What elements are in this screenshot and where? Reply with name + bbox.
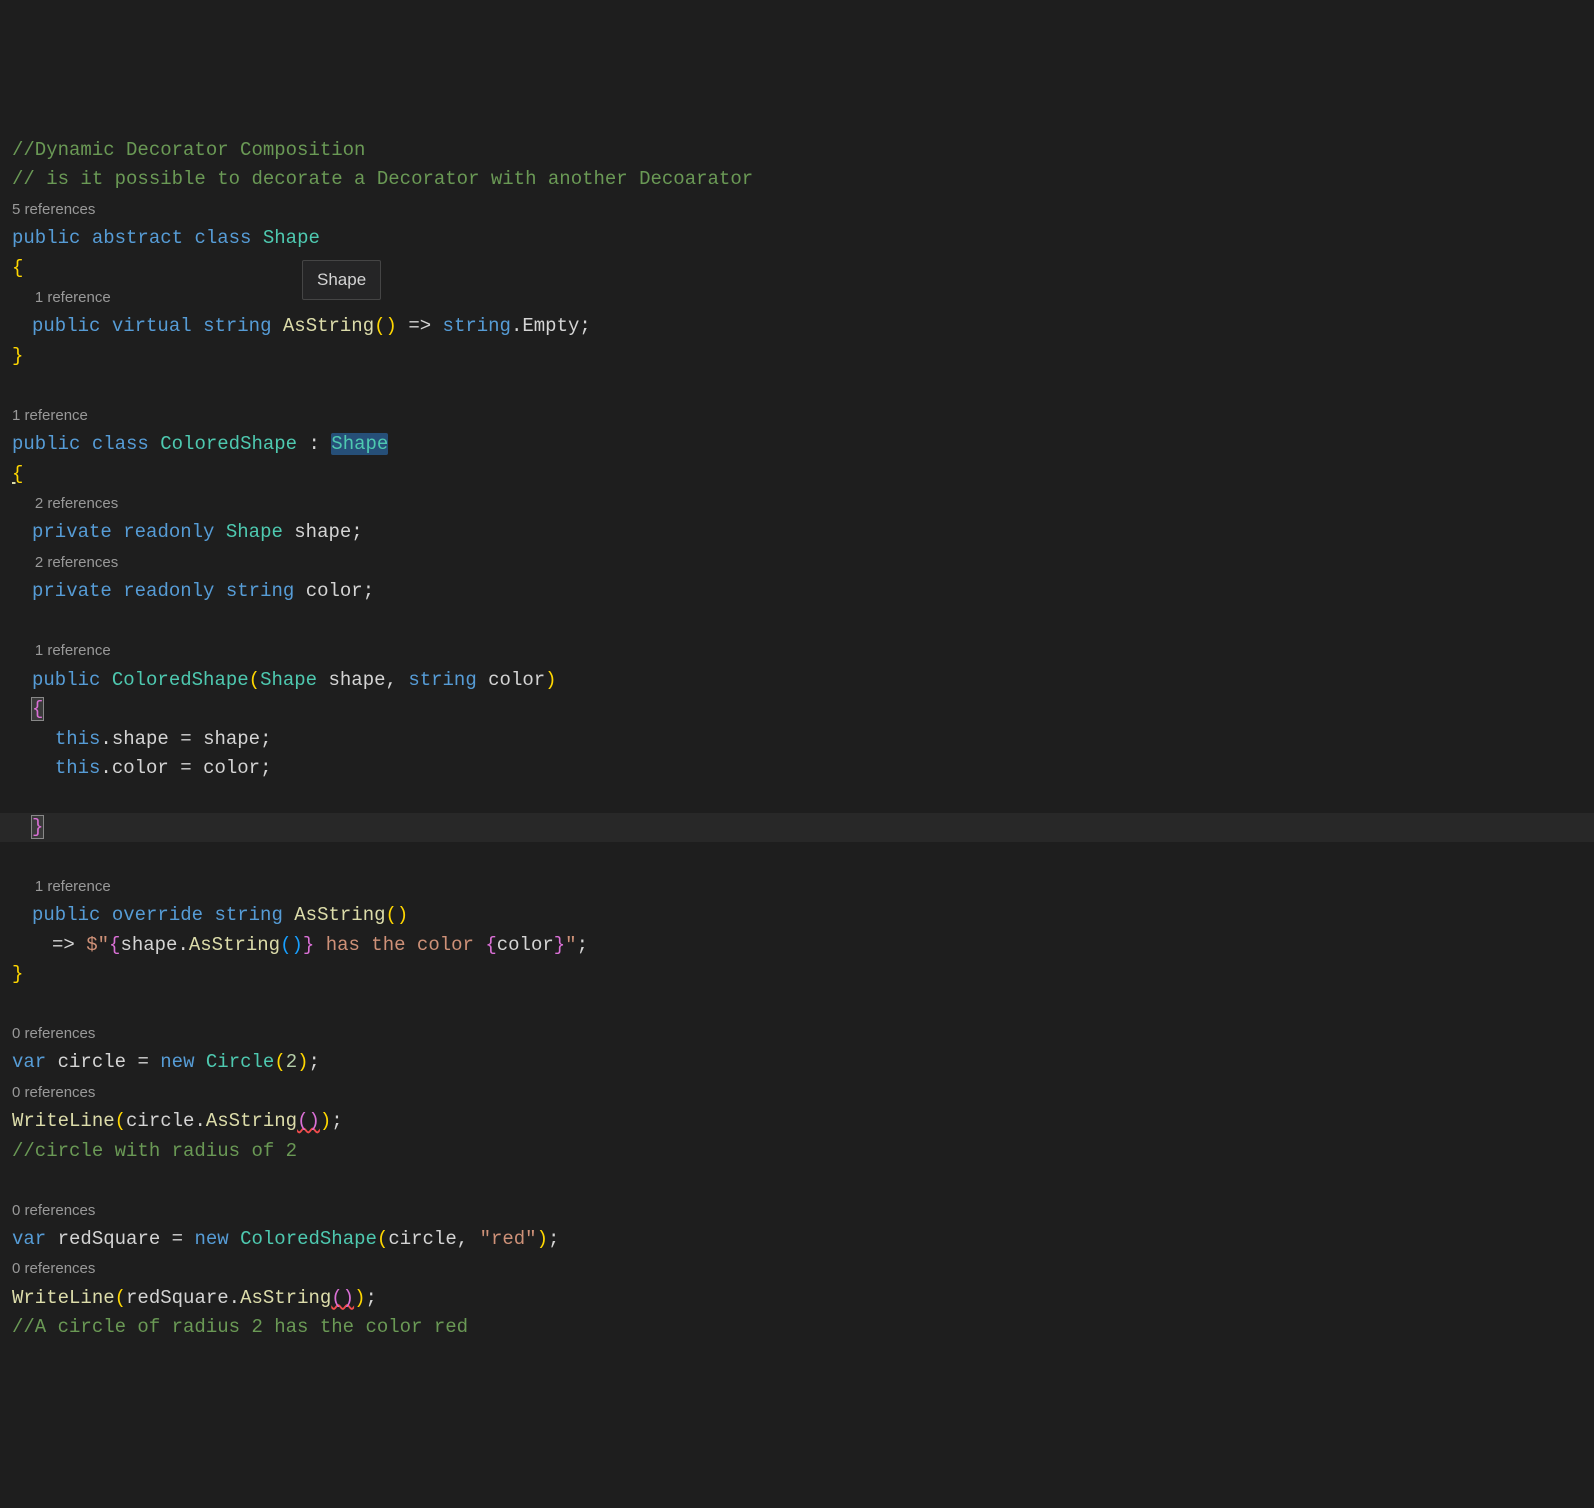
keyword-public: public: [32, 669, 100, 691]
keyword-var: var: [12, 1228, 46, 1250]
keyword-var: var: [12, 1051, 46, 1073]
keyword-abstract: abstract: [92, 227, 183, 249]
keyword-public: public: [32, 904, 100, 926]
brace-close: }: [12, 345, 23, 367]
param-shape: shape: [328, 669, 385, 691]
field-shape: shape: [112, 728, 169, 750]
keyword-public: public: [32, 315, 100, 337]
brace-close: }: [32, 816, 43, 838]
method-asstring: AsString: [294, 904, 385, 926]
member-empty: Empty: [522, 315, 579, 337]
comment: //Dynamic Decorator Composition: [12, 139, 365, 161]
brace-open: {: [12, 463, 23, 485]
codelens-1-reference[interactable]: 1 reference: [35, 878, 111, 895]
type-shape-base: Shape: [331, 433, 388, 455]
param-shape: shape: [203, 728, 260, 750]
type-shape: Shape: [260, 669, 317, 691]
keyword-private: private: [32, 521, 112, 543]
string-mid: has the color: [314, 934, 485, 956]
hover-tooltip: Shape: [302, 260, 381, 300]
method-asstring: AsString: [189, 934, 280, 956]
keyword-string: string: [443, 315, 511, 337]
type-shape: Shape: [226, 521, 283, 543]
paren: (): [374, 315, 397, 337]
method-writeline: WriteLine: [12, 1287, 115, 1309]
string-interp-open: $": [86, 934, 109, 956]
error-squiggle: (): [331, 1287, 354, 1309]
keyword-override: override: [112, 904, 203, 926]
comment: //circle with radius of 2: [12, 1140, 297, 1162]
keyword-class: class: [194, 227, 251, 249]
keyword-private: private: [32, 580, 112, 602]
method-asstring: AsString: [240, 1287, 331, 1309]
field-color: color: [112, 757, 169, 779]
codelens-2-references[interactable]: 2 references: [35, 495, 118, 512]
keyword-this: this: [55, 728, 101, 750]
keyword-readonly: readonly: [123, 580, 214, 602]
type-shape: Shape: [263, 227, 320, 249]
codelens-1-reference[interactable]: 1 reference: [35, 642, 111, 659]
keyword-string: string: [203, 315, 271, 337]
var-circle: circle: [58, 1051, 126, 1073]
type-coloredshape: ColoredShape: [160, 433, 297, 455]
method-asstring: AsString: [206, 1110, 297, 1132]
keyword-virtual: virtual: [112, 315, 192, 337]
number-2: 2: [286, 1051, 297, 1073]
keyword-new: new: [160, 1051, 194, 1073]
field-color: color: [497, 934, 554, 956]
keyword-string: string: [226, 580, 294, 602]
ctor-coloredshape: ColoredShape: [112, 669, 249, 691]
codelens-1-reference[interactable]: 1 reference: [35, 289, 111, 306]
keyword-public: public: [12, 227, 80, 249]
brace-close: }: [12, 963, 23, 985]
method-writeline: WriteLine: [12, 1110, 115, 1132]
code-editor[interactable]: //Dynamic Decorator Composition // is it…: [12, 136, 1594, 1343]
codelens-2-references[interactable]: 2 references: [35, 554, 118, 571]
var-redsquare: redSquare: [58, 1228, 161, 1250]
param-color: color: [488, 669, 545, 691]
codelens-0-references[interactable]: 0 references: [12, 1202, 95, 1219]
semicolon: ;: [579, 315, 590, 337]
keyword-new: new: [194, 1228, 228, 1250]
type-circle: Circle: [206, 1051, 274, 1073]
keyword-string: string: [408, 669, 476, 691]
var-circle: circle: [388, 1228, 456, 1250]
dot: .: [511, 315, 522, 337]
comment: // is it possible to decorate a Decorato…: [12, 168, 753, 190]
type-coloredshape: ColoredShape: [240, 1228, 377, 1250]
codelens-0-references[interactable]: 0 references: [12, 1260, 95, 1277]
arrow: =>: [52, 934, 75, 956]
tooltip-text: Shape: [317, 270, 366, 289]
field-shape: shape: [120, 934, 177, 956]
brace-open: {: [32, 698, 43, 720]
active-line: }: [0, 813, 1594, 842]
string-close: ": [565, 934, 576, 956]
var-redsquare: redSquare: [126, 1287, 229, 1309]
arrow: =>: [408, 315, 431, 337]
field-color: color: [306, 580, 363, 602]
method-asstring: AsString: [283, 315, 374, 337]
var-circle: circle: [126, 1110, 194, 1132]
comment: //A circle of radius 2 has the color red: [12, 1316, 468, 1338]
string-red: "red": [480, 1228, 537, 1250]
codelens-0-references[interactable]: 0 references: [12, 1025, 95, 1042]
keyword-readonly: readonly: [123, 521, 214, 543]
brace-open: {: [12, 257, 23, 279]
keyword-string: string: [214, 904, 282, 926]
codelens-0-references[interactable]: 0 references: [12, 1084, 95, 1101]
codelens-5-references[interactable]: 5 references: [12, 201, 95, 218]
param-color: color: [203, 757, 260, 779]
codelens-1-reference[interactable]: 1 reference: [12, 407, 88, 424]
field-shape: shape: [294, 521, 351, 543]
keyword-class: class: [92, 433, 149, 455]
error-squiggle: (): [297, 1110, 320, 1132]
keyword-public: public: [12, 433, 80, 455]
keyword-this: this: [55, 757, 101, 779]
